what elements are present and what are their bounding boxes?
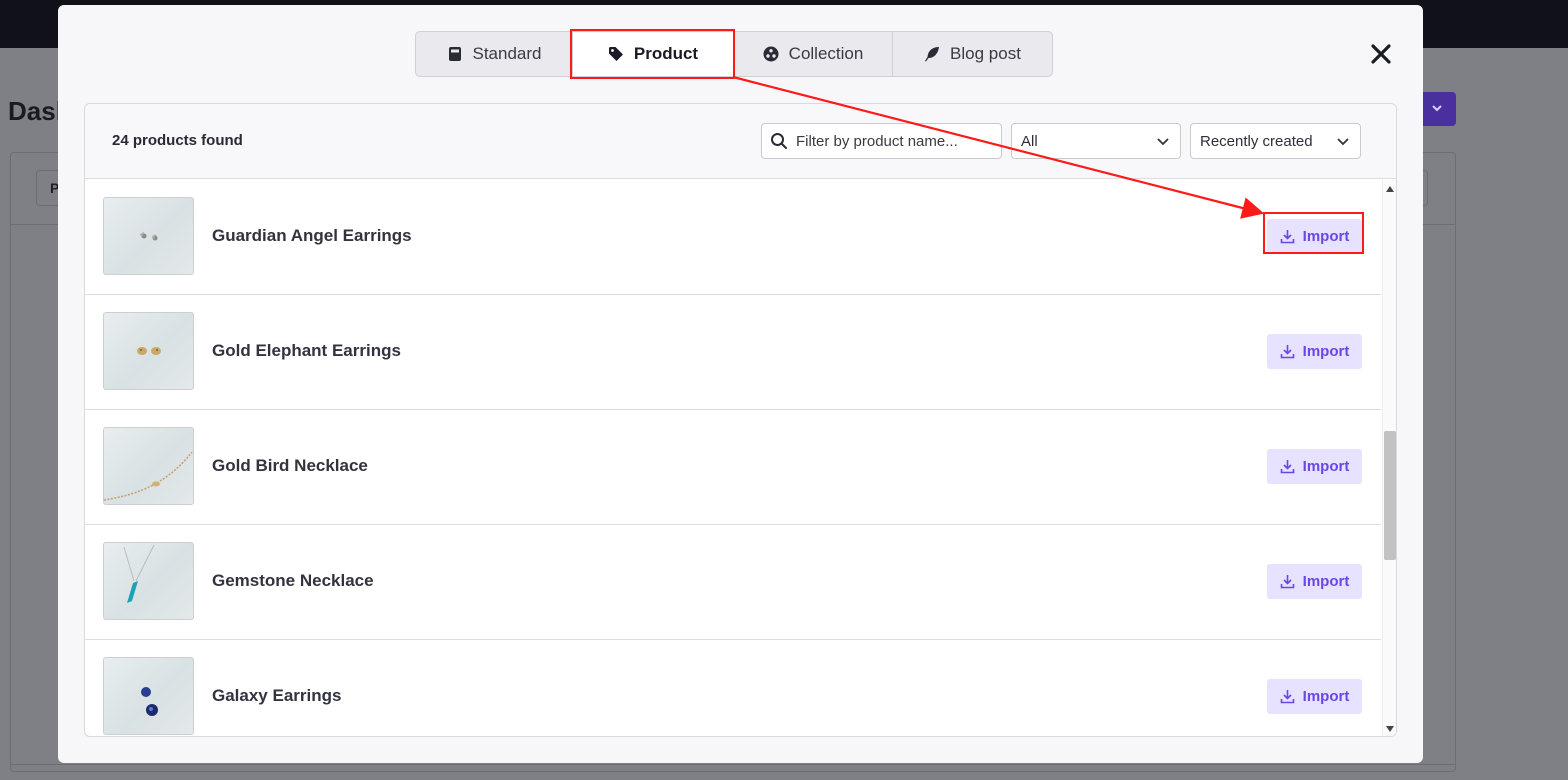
product-name: Gold Elephant Earrings <box>212 341 401 360</box>
results-count: 24 products found <box>112 132 243 149</box>
product-name: Galaxy Earrings <box>212 686 342 705</box>
import-button[interactable]: Import <box>1267 219 1362 254</box>
chevron-down-icon <box>1432 105 1442 112</box>
sort-select[interactable]: Recently created <box>1190 123 1361 159</box>
search-input[interactable] <box>796 132 996 150</box>
download-icon <box>1280 690 1294 704</box>
import-button-label: Import <box>1302 343 1350 360</box>
product-search[interactable] <box>761 123 1002 159</box>
import-button[interactable]: Import <box>1267 564 1362 599</box>
product-thumbnail <box>103 197 194 275</box>
import-button[interactable]: Import <box>1267 449 1362 484</box>
import-button-label: Import <box>1302 688 1350 705</box>
import-button-label: Import <box>1302 458 1350 475</box>
tab-blog-post[interactable]: Blog post <box>893 32 1052 76</box>
content-type-tabs: Standard Product Collection Blog post <box>415 31 1053 77</box>
product-list-header: 24 products found All Recently created <box>85 104 1396 179</box>
status-filter-select[interactable]: All <box>1011 123 1181 159</box>
product-name: Guardian Angel Earrings <box>212 226 412 245</box>
import-button-label: Import <box>1302 228 1350 245</box>
product-name: Gemstone Necklace <box>212 571 374 590</box>
import-button[interactable]: Import <box>1267 334 1362 369</box>
chevron-down-icon <box>1337 138 1349 146</box>
scroll-down-arrow-icon[interactable] <box>1386 726 1394 732</box>
product-name: Gold Bird Necklace <box>212 456 368 475</box>
product-list-panel: 24 products found All Recently created G… <box>84 103 1397 737</box>
chevron-down-icon <box>1157 138 1169 146</box>
tab-product[interactable]: Product <box>573 32 734 76</box>
tab-blog-post-label: Blog post <box>950 44 1021 63</box>
product-row: Galaxy Earrings Import <box>85 640 1381 736</box>
scrollbar-thumb[interactable] <box>1384 431 1396 560</box>
status-filter-value: All <box>1021 132 1038 150</box>
close-icon <box>1371 44 1391 64</box>
tab-standard[interactable]: Standard <box>416 32 573 76</box>
tag-icon <box>608 47 623 61</box>
import-button[interactable]: Import <box>1267 679 1362 714</box>
product-row: Gemstone Necklace Import <box>85 525 1381 640</box>
tab-standard-label: Standard <box>472 44 542 63</box>
page-icon <box>448 47 461 61</box>
list-scrollbar[interactable] <box>1382 180 1396 736</box>
product-row: Gold Elephant Earrings Import <box>85 295 1381 410</box>
download-icon <box>1280 345 1294 359</box>
import-button-label: Import <box>1302 573 1350 590</box>
product-thumbnail <box>103 657 194 735</box>
download-icon <box>1280 230 1294 244</box>
search-icon <box>771 133 787 149</box>
tab-collection[interactable]: Collection <box>734 32 893 76</box>
download-icon <box>1280 460 1294 474</box>
product-thumbnail <box>103 542 194 620</box>
download-icon <box>1280 575 1294 589</box>
close-button[interactable] <box>1368 41 1394 67</box>
scroll-up-arrow-icon[interactable] <box>1386 186 1394 192</box>
import-modal: Standard Product Collection Blog post 24… <box>58 5 1423 763</box>
tab-product-label: Product <box>633 44 699 63</box>
background-divider-bottom <box>10 764 1456 765</box>
collection-icon <box>763 46 779 62</box>
product-list: Guardian Angel Earrings Import Gold Elep… <box>85 180 1381 736</box>
sort-value: Recently created <box>1200 132 1313 150</box>
product-thumbnail <box>103 312 194 390</box>
product-row: Guardian Angel Earrings Import <box>85 180 1381 295</box>
tab-collection-label: Collection <box>788 44 864 63</box>
product-thumbnail <box>103 427 194 505</box>
product-row: Gold Bird Necklace Import <box>85 410 1381 525</box>
background-dropdown-button <box>1418 92 1456 126</box>
feather-icon <box>925 47 940 62</box>
